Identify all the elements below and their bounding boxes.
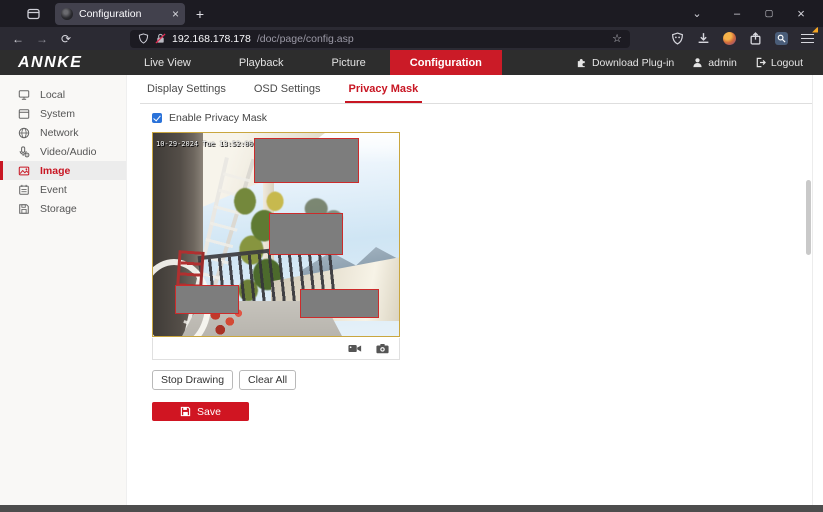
drawing-buttons: Stop Drawing Clear All: [152, 370, 296, 390]
maximize-button[interactable]: ▢: [753, 8, 785, 19]
puzzle-icon: [576, 57, 587, 68]
sidebar-item-storage[interactable]: Storage: [0, 199, 126, 218]
url-host: 192.168.178.178: [172, 33, 251, 45]
reload-button[interactable]: ⟳: [54, 32, 78, 46]
tab-title: Configuration: [79, 8, 166, 20]
forward-button[interactable]: →: [30, 32, 54, 46]
tab-osd-settings[interactable]: OSD Settings: [254, 83, 321, 103]
tab-list-icon[interactable]: ⌄: [681, 0, 713, 27]
user-icon: [692, 57, 703, 68]
sidebar-item-image[interactable]: Image: [0, 161, 126, 180]
settings-tabs: Display Settings OSD Settings Privacy Ma…: [147, 83, 418, 103]
system-icon: [18, 108, 30, 120]
capture-photo-icon[interactable]: [376, 343, 389, 354]
save-floppy-icon: [180, 406, 191, 417]
tab-privacy-mask[interactable]: Privacy Mask: [349, 83, 419, 103]
menu-hamburger-icon[interactable]: [799, 31, 815, 47]
tab-close-icon[interactable]: ×: [172, 7, 179, 21]
annke-logo: ANNKE: [0, 50, 120, 75]
browser-window: Configuration × + ⌄ – ▢ × ← → ⟳ 192.168.…: [0, 0, 823, 512]
nav-configuration[interactable]: Configuration: [390, 50, 502, 75]
browser-tab[interactable]: Configuration ×: [55, 3, 185, 25]
sidebar-item-system[interactable]: System: [0, 104, 126, 123]
logout-icon: [755, 57, 766, 68]
close-button[interactable]: ×: [785, 6, 817, 21]
firefox-view-icon[interactable]: [18, 0, 48, 27]
page-body: Local System Network Video/Audio Image E…: [0, 75, 823, 505]
osd-timestamp: 10-29-2024 Tue 13:52:00: [156, 140, 253, 148]
storage-icon: [18, 203, 30, 215]
nav-live-view[interactable]: Live View: [120, 50, 215, 75]
stop-drawing-button[interactable]: Stop Drawing: [152, 370, 233, 390]
page-scrollbar[interactable]: [806, 75, 811, 505]
main-content: Display Settings OSD Settings Privacy Ma…: [127, 75, 813, 505]
insecure-lock-icon[interactable]: [155, 33, 166, 44]
image-icon: [18, 165, 30, 177]
audio-video-icon: [18, 146, 30, 158]
privacy-mask-rect[interactable]: [300, 289, 379, 318]
minimize-button[interactable]: –: [721, 8, 753, 20]
extension-share-icon[interactable]: [747, 31, 763, 47]
save-button[interactable]: Save: [152, 402, 249, 421]
tab-separator: [140, 103, 812, 104]
main-nav: Live View Playback Picture Configuration: [120, 50, 502, 75]
url-bar[interactable]: 192.168.178.178/doc/page/config.asp ☆: [130, 30, 630, 48]
clear-all-button[interactable]: Clear All: [239, 370, 296, 390]
logout-button[interactable]: Logout: [755, 57, 803, 69]
content-right-edge: [812, 75, 813, 505]
camera-preview[interactable]: 10-29-2024 Tue 13:52:00: [152, 132, 400, 337]
tab-favicon-icon: [61, 8, 73, 20]
page-footer-strip: [0, 505, 823, 512]
new-tab-button[interactable]: +: [190, 4, 210, 24]
enable-privacy-mask-label: Enable Privacy Mask: [169, 112, 267, 124]
privacy-mask-rect[interactable]: [175, 285, 239, 314]
sidebar: Local System Network Video/Audio Image E…: [0, 75, 127, 505]
bookmark-star-icon[interactable]: ☆: [612, 32, 622, 45]
sidebar-item-network[interactable]: Network: [0, 123, 126, 142]
url-path: /doc/page/config.asp: [257, 33, 354, 45]
scrollbar-thumb[interactable]: [806, 180, 811, 255]
video-control-bar: [152, 338, 400, 360]
record-video-icon[interactable]: [348, 343, 362, 354]
image-search-extension-icon[interactable]: [773, 31, 789, 47]
enable-privacy-mask-row: Enable Privacy Mask: [152, 112, 267, 124]
account-avatar-icon[interactable]: [721, 31, 737, 47]
privacy-shield-icon[interactable]: [669, 31, 685, 47]
network-globe-icon: [18, 127, 30, 139]
event-icon: [18, 184, 30, 196]
tracking-shield-icon[interactable]: [138, 33, 149, 44]
sidebar-item-local[interactable]: Local: [0, 85, 126, 104]
site-header: ANNKE Live View Playback Picture Configu…: [0, 50, 823, 75]
browser-titlebar: Configuration × + ⌄ – ▢ ×: [0, 0, 823, 27]
monitor-icon: [18, 89, 30, 101]
download-plugin-link[interactable]: Download Plug-in: [576, 57, 674, 69]
enable-privacy-mask-checkbox[interactable]: [152, 113, 162, 123]
privacy-mask-rect[interactable]: [254, 138, 359, 183]
privacy-mask-rect[interactable]: [269, 213, 343, 255]
sidebar-item-video-audio[interactable]: Video/Audio: [0, 142, 126, 161]
nav-picture[interactable]: Picture: [308, 50, 390, 75]
sidebar-item-event[interactable]: Event: [0, 180, 126, 199]
back-button[interactable]: ←: [6, 32, 30, 46]
user-menu[interactable]: admin: [692, 57, 737, 69]
tab-display-settings[interactable]: Display Settings: [147, 83, 226, 103]
nav-playback[interactable]: Playback: [215, 50, 308, 75]
downloads-icon[interactable]: [695, 31, 711, 47]
